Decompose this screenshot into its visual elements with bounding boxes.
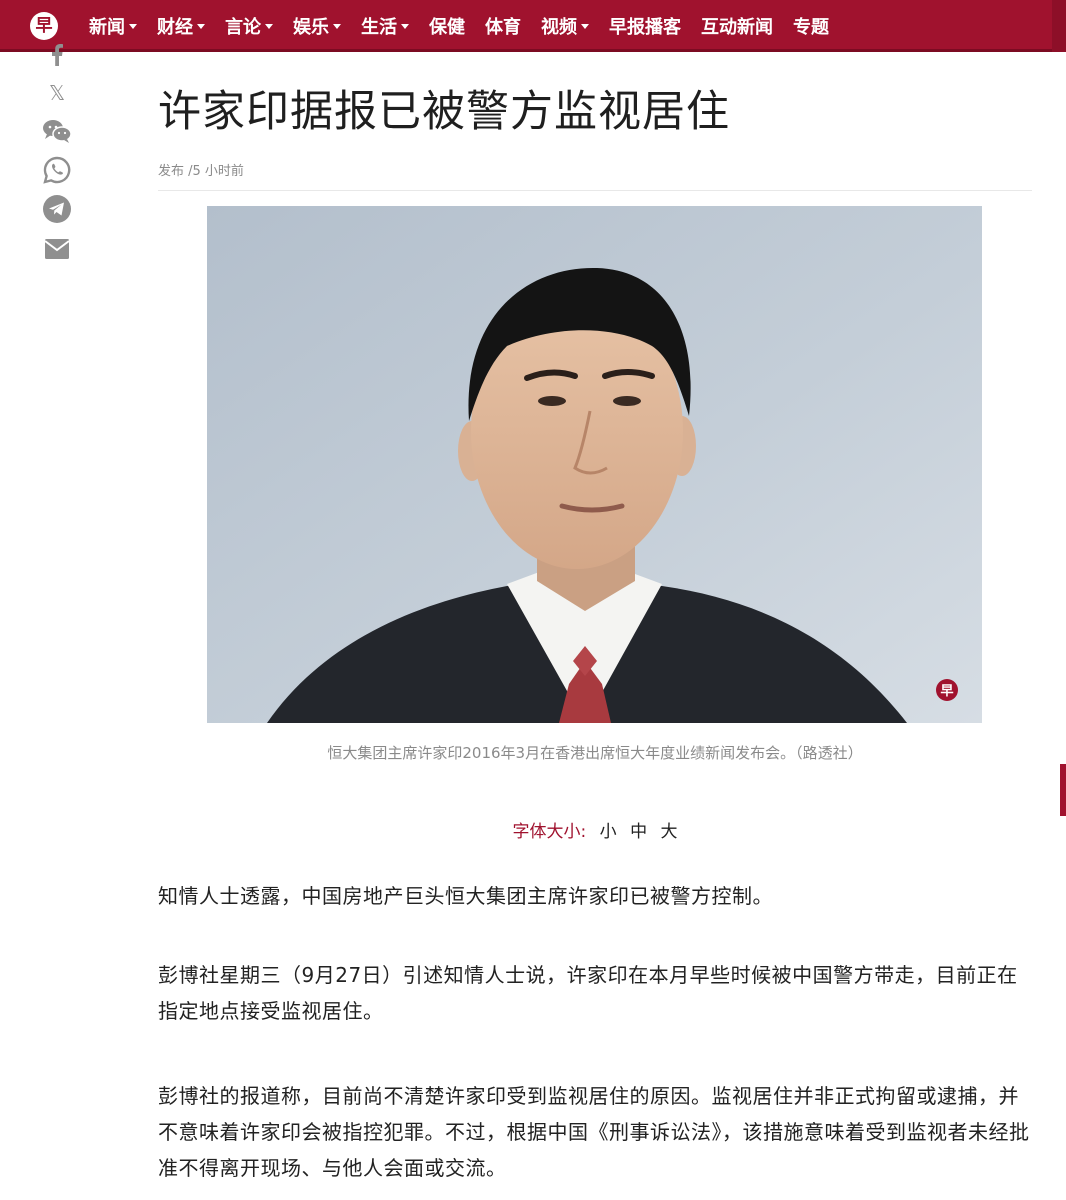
top-nav-bar: 早 新闻 财经 言论 娱乐 生活 保健 体育 视频 早报播客 互动新闻 专题 <box>0 0 1066 52</box>
nav-item-label: 互动新闻 <box>701 17 773 38</box>
nav-item-label: 娱乐 <box>293 17 329 38</box>
chevron-down-icon <box>581 23 589 29</box>
nav-item-label: 专题 <box>793 17 829 38</box>
logo-glyph: 早 <box>35 16 53 36</box>
article-paragraph: 知情人士透露，中国房地产巨头恒大集团主席许家印已被警方控制。 <box>158 884 773 908</box>
nav-item-podcast[interactable]: 早报播客 <box>609 13 681 39</box>
chevron-down-icon <box>265 23 273 29</box>
nav-item-sports[interactable]: 体育 <box>485 13 521 39</box>
x-icon[interactable]: 𝕏 <box>40 78 74 108</box>
chevron-down-icon <box>197 23 205 29</box>
nav-item-video[interactable]: 视频 <box>541 13 589 39</box>
email-icon[interactable] <box>40 234 74 264</box>
nav-item-finance[interactable]: 财经 <box>157 13 205 39</box>
nav-item-label: 财经 <box>157 17 193 38</box>
article-title: 许家印据报已被警方监视居住 <box>158 87 730 137</box>
photo-watermark: 早 <box>940 684 953 699</box>
nav-item-label: 保健 <box>429 17 465 38</box>
nav-item-label: 生活 <box>361 17 397 38</box>
wechat-icon[interactable] <box>40 116 74 146</box>
publish-time: 发布 /5 小时前 <box>158 164 244 179</box>
divider <box>158 190 1032 191</box>
nav-item-opinion[interactable]: 言论 <box>225 13 273 39</box>
nav-item-life[interactable]: 生活 <box>361 13 409 39</box>
site-logo[interactable]: 早 <box>30 12 58 40</box>
nav-item-health[interactable]: 保健 <box>429 13 465 39</box>
side-feedback-tab[interactable] <box>1060 764 1066 816</box>
font-size-medium-button[interactable]: 中 <box>630 822 647 842</box>
chevron-down-icon <box>129 23 137 29</box>
whatsapp-icon[interactable] <box>40 155 74 185</box>
font-size-small-button[interactable]: 小 <box>600 822 617 842</box>
nav-menu: 新闻 财经 言论 娱乐 生活 保健 体育 视频 早报播客 互动新闻 专题 <box>89 0 849 52</box>
nav-item-interactive[interactable]: 互动新闻 <box>701 13 773 39</box>
nav-item-entertainment[interactable]: 娱乐 <box>293 13 341 39</box>
x-glyph: 𝕏 <box>48 81 66 105</box>
article-paragraph: 彭博社的报道称，目前尚不清楚许家印受到监视居住的原因。监视居住并非正式拘留或逮捕… <box>158 1084 1030 1180</box>
font-size-control: 字体大小: 小 中 大 <box>158 817 1032 842</box>
chevron-down-icon <box>401 23 409 29</box>
telegram-icon[interactable] <box>40 194 74 224</box>
nav-edge <box>1052 0 1066 52</box>
nav-item-label: 新闻 <box>89 17 125 38</box>
nav-item-label: 视频 <box>541 17 577 38</box>
font-size-large-button[interactable]: 大 <box>660 822 677 842</box>
nav-item-label: 言论 <box>225 17 261 38</box>
chevron-down-icon <box>333 23 341 29</box>
article-photo[interactable]: 早 <box>207 206 982 723</box>
portrait-illustration: 早 <box>207 206 982 723</box>
photo-caption: 恒大集团主席许家印2016年3月在香港出席恒大年度业绩新闻发布会。（路透社） <box>327 744 863 762</box>
article-paragraph: 彭博社星期三（9月27日）引述知情人士说，许家印在本月早些时候被中国警方带走，目… <box>158 963 1018 1023</box>
nav-item-news[interactable]: 新闻 <box>89 13 137 39</box>
nav-item-label: 早报播客 <box>609 17 681 38</box>
nav-item-topics[interactable]: 专题 <box>793 13 829 39</box>
font-size-label: 字体大小: <box>512 822 587 842</box>
facebook-icon[interactable] <box>40 40 74 66</box>
nav-item-label: 体育 <box>485 17 521 38</box>
